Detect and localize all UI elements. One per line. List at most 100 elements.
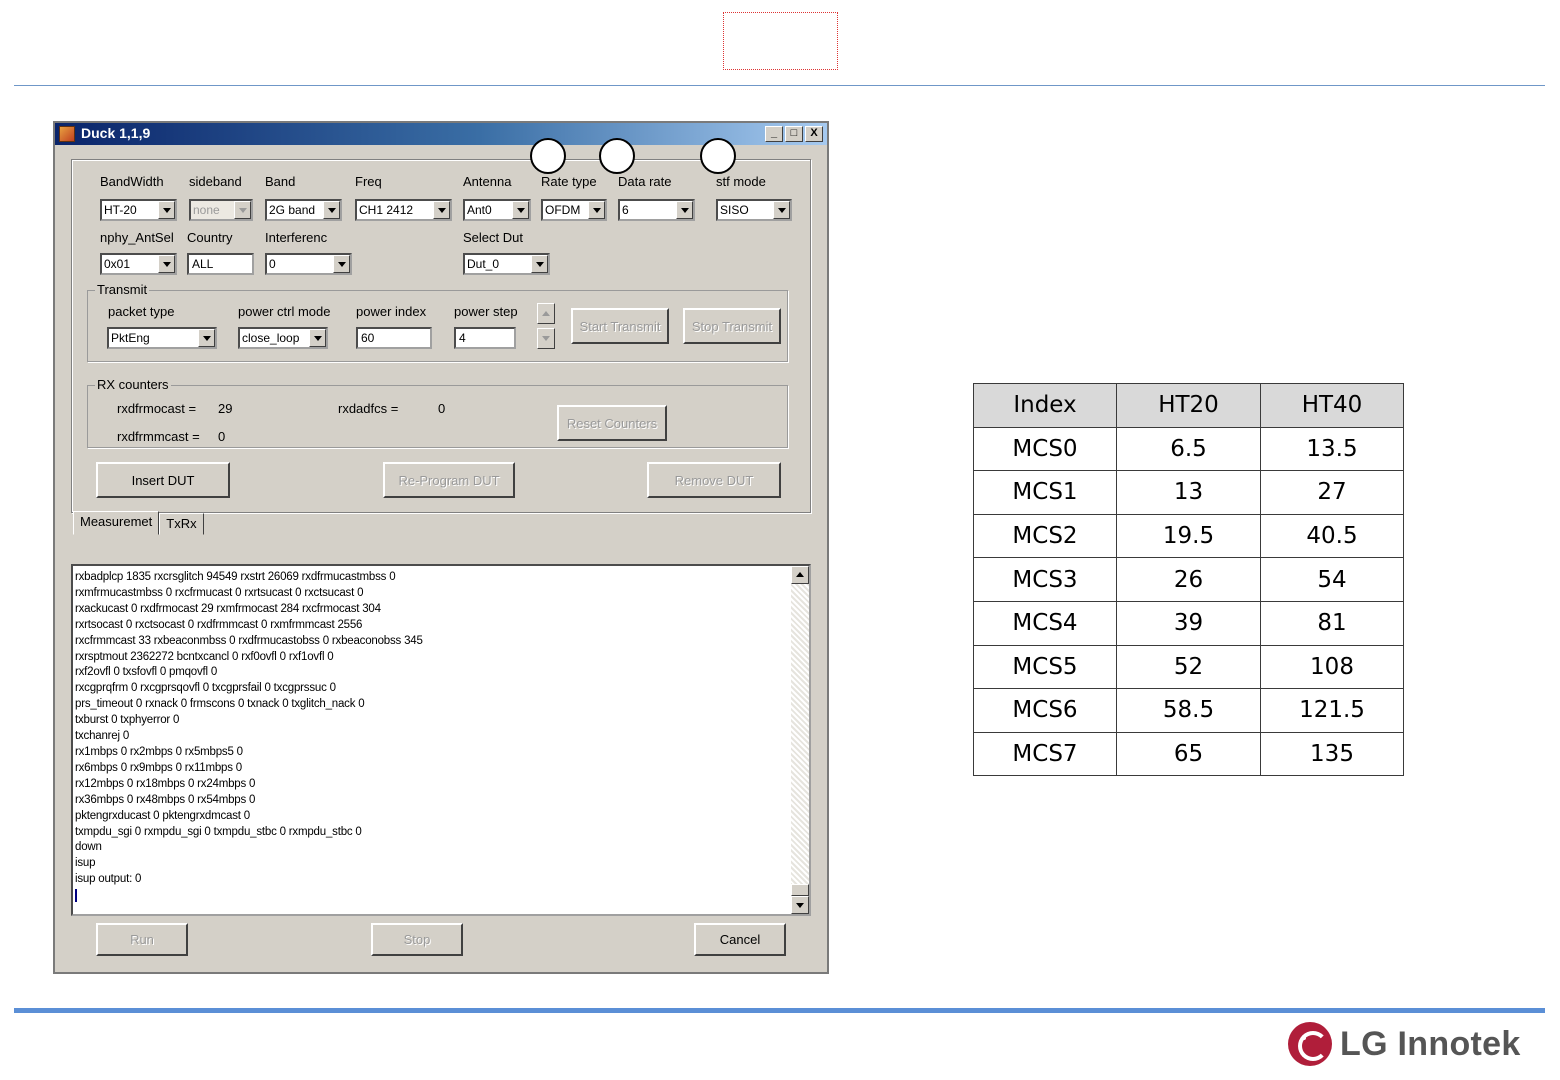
window-title: Duck 1,1,9 <box>81 125 151 141</box>
close-button[interactable]: X <box>805 126 823 142</box>
start-transmit-button[interactable]: Start Transmit <box>571 308 669 344</box>
rxdfrmocast-label: rxdfrmocast = <box>117 401 197 416</box>
bandwidth-value: HT-20 <box>104 203 137 217</box>
stf-mode-value: SISO <box>720 203 749 217</box>
insert-dut-button[interactable]: Insert DUT <box>96 462 230 498</box>
remove-dut-button[interactable]: Remove DUT <box>647 462 781 498</box>
lg-logo-icon <box>1288 1022 1332 1066</box>
chevron-down-icon[interactable] <box>773 201 790 219</box>
data-rate-label: Data rate <box>618 174 672 189</box>
console-scrollbar[interactable] <box>791 566 809 914</box>
power-index-field[interactable]: 60 <box>356 327 432 349</box>
country-label: Country <box>187 230 233 245</box>
select-dut-select[interactable]: Dut_0 <box>463 253 550 275</box>
logo-text: LG Innotek <box>1340 1024 1521 1063</box>
freq-select[interactable]: CH1 2412 <box>355 199 452 221</box>
packet-type-value: PktEng <box>111 331 150 345</box>
data-rate-value: 6 <box>622 203 629 217</box>
stop-transmit-button[interactable]: Stop Transmit <box>683 308 781 344</box>
table-cell: 135 <box>1260 731 1404 777</box>
chevron-down-icon[interactable] <box>333 255 350 273</box>
power-ctrl-mode-value: close_loop <box>242 331 300 345</box>
cancel-button[interactable]: Cancel <box>694 923 786 956</box>
stf-mode-select[interactable]: SISO <box>716 199 792 221</box>
console-line: rxackucast 0 rxdfrmocast 29 rxmfrmocast … <box>75 602 381 615</box>
tab-measurement[interactable]: Measuremet <box>73 511 160 535</box>
table-cell: 27 <box>1260 470 1404 515</box>
band-select[interactable]: 2G band <box>265 199 342 221</box>
scroll-thumb[interactable] <box>791 884 809 896</box>
chevron-down-icon[interactable] <box>531 255 548 273</box>
console-output[interactable]: rxbadplcp 1835 rxcrsglitch 94549 rxstrt … <box>71 564 811 916</box>
chevron-down-icon[interactable] <box>198 329 215 347</box>
table-header-cell: Index <box>973 383 1117 428</box>
select-dut-value: Dut_0 <box>467 257 500 271</box>
reset-counters-button[interactable]: Reset Counters <box>557 405 667 441</box>
chevron-down-icon[interactable] <box>309 329 326 347</box>
sideband-label: sideband <box>189 174 242 189</box>
spin-up-icon[interactable] <box>537 303 555 324</box>
tab-txrx[interactable]: TxRx <box>159 513 204 535</box>
table-row: MCS2 19.5 40.5 <box>973 513 1404 559</box>
table-header-row: Index HT20 HT40 <box>973 383 1404 428</box>
chevron-down-icon[interactable] <box>676 201 693 219</box>
nphy-antsel-select[interactable]: 0x01 <box>100 253 177 275</box>
nphy-antsel-value: 0x01 <box>104 257 131 271</box>
table-cell: MCS2 <box>973 513 1117 559</box>
table-cell: MCS3 <box>973 557 1117 602</box>
sideband-value: none <box>193 203 220 217</box>
table-cell: MCS7 <box>973 731 1117 777</box>
rate-type-select[interactable]: OFDM <box>541 199 607 221</box>
console-line: pktengrxducast 0 pktengrxdmcast 0 <box>75 809 250 822</box>
power-ctrl-mode-select[interactable]: close_loop <box>238 327 328 349</box>
bandwidth-label: BandWidth <box>100 174 164 189</box>
chevron-down-icon[interactable] <box>158 255 175 273</box>
table-row: MCS6 58.5 121.5 <box>973 688 1404 733</box>
top-placeholder-box <box>723 12 838 70</box>
console-line: rx6mbps 0 rx9mbps 0 rx11mbps 0 <box>75 761 242 774</box>
chevron-down-icon[interactable] <box>323 201 340 219</box>
table-row: MCS0 6.5 13.5 <box>973 426 1404 472</box>
chevron-down-icon[interactable] <box>588 201 605 219</box>
rxdadfcs-label: rxdadfcs = <box>338 401 399 416</box>
table-cell: 121.5 <box>1260 688 1404 733</box>
console-line: rx1mbps 0 rx2mbps 0 rx5mbps5 0 <box>75 745 243 758</box>
reprogram-dut-button[interactable]: Re-Program DUT <box>383 462 515 498</box>
console-caret-line <box>75 888 787 904</box>
minimize-button[interactable]: _ <box>765 126 783 142</box>
rxdfrmmcast-label: rxdfrmmcast = <box>117 429 200 444</box>
country-field[interactable]: ALL <box>187 253 254 275</box>
chevron-down-icon[interactable] <box>433 201 450 219</box>
scroll-down-icon[interactable] <box>791 896 809 914</box>
stop-button[interactable]: Stop <box>371 923 463 956</box>
packet-type-select[interactable]: PktEng <box>107 327 217 349</box>
stf-mode-label: stf mode <box>716 174 766 189</box>
bottom-divider <box>14 1008 1545 1013</box>
console-line: rxcgprqfrm 0 rxcgprsqovfl 0 txcgprsfail … <box>75 682 336 695</box>
spin-down-icon[interactable] <box>537 328 555 349</box>
antenna-select[interactable]: Ant0 <box>463 199 531 221</box>
run-button[interactable]: Run <box>96 923 188 956</box>
rate-type-value: OFDM <box>545 203 581 217</box>
table-cell: 65 <box>1116 731 1261 777</box>
table-cell: MCS5 <box>973 644 1117 690</box>
console-line: rxf2ovfl 0 txsfovfl 0 pmqovfl 0 <box>75 666 218 679</box>
power-step-field[interactable]: 4 <box>454 327 516 349</box>
table-cell: 6.5 <box>1116 426 1261 472</box>
data-rate-select[interactable]: 6 <box>618 199 695 221</box>
top-divider <box>14 85 1545 86</box>
chevron-down-icon <box>234 201 251 219</box>
scroll-up-icon[interactable] <box>791 566 809 584</box>
text-caret <box>75 888 77 902</box>
mcs-rate-table: Index HT20 HT40 MCS0 6.5 13.5 MCS1 13 27 MCS2 1… <box>973 383 1404 777</box>
table-cell: 54 <box>1260 557 1404 602</box>
maximize-button[interactable]: □ <box>785 126 803 142</box>
bandwidth-select[interactable]: HT-20 <box>100 199 177 221</box>
console-line: prs_timeout 0 rxnack 0 frmscons 0 txnack… <box>75 698 365 711</box>
chevron-down-icon[interactable] <box>512 201 529 219</box>
rate-type-marker <box>530 138 566 174</box>
chevron-down-icon[interactable] <box>158 201 175 219</box>
interference-select[interactable]: 0 <box>265 253 352 275</box>
duck-window: Duck 1,1,9 _ □ X BandWidth sideband Band… <box>53 121 829 974</box>
table-header-cell: HT40 <box>1260 383 1404 428</box>
